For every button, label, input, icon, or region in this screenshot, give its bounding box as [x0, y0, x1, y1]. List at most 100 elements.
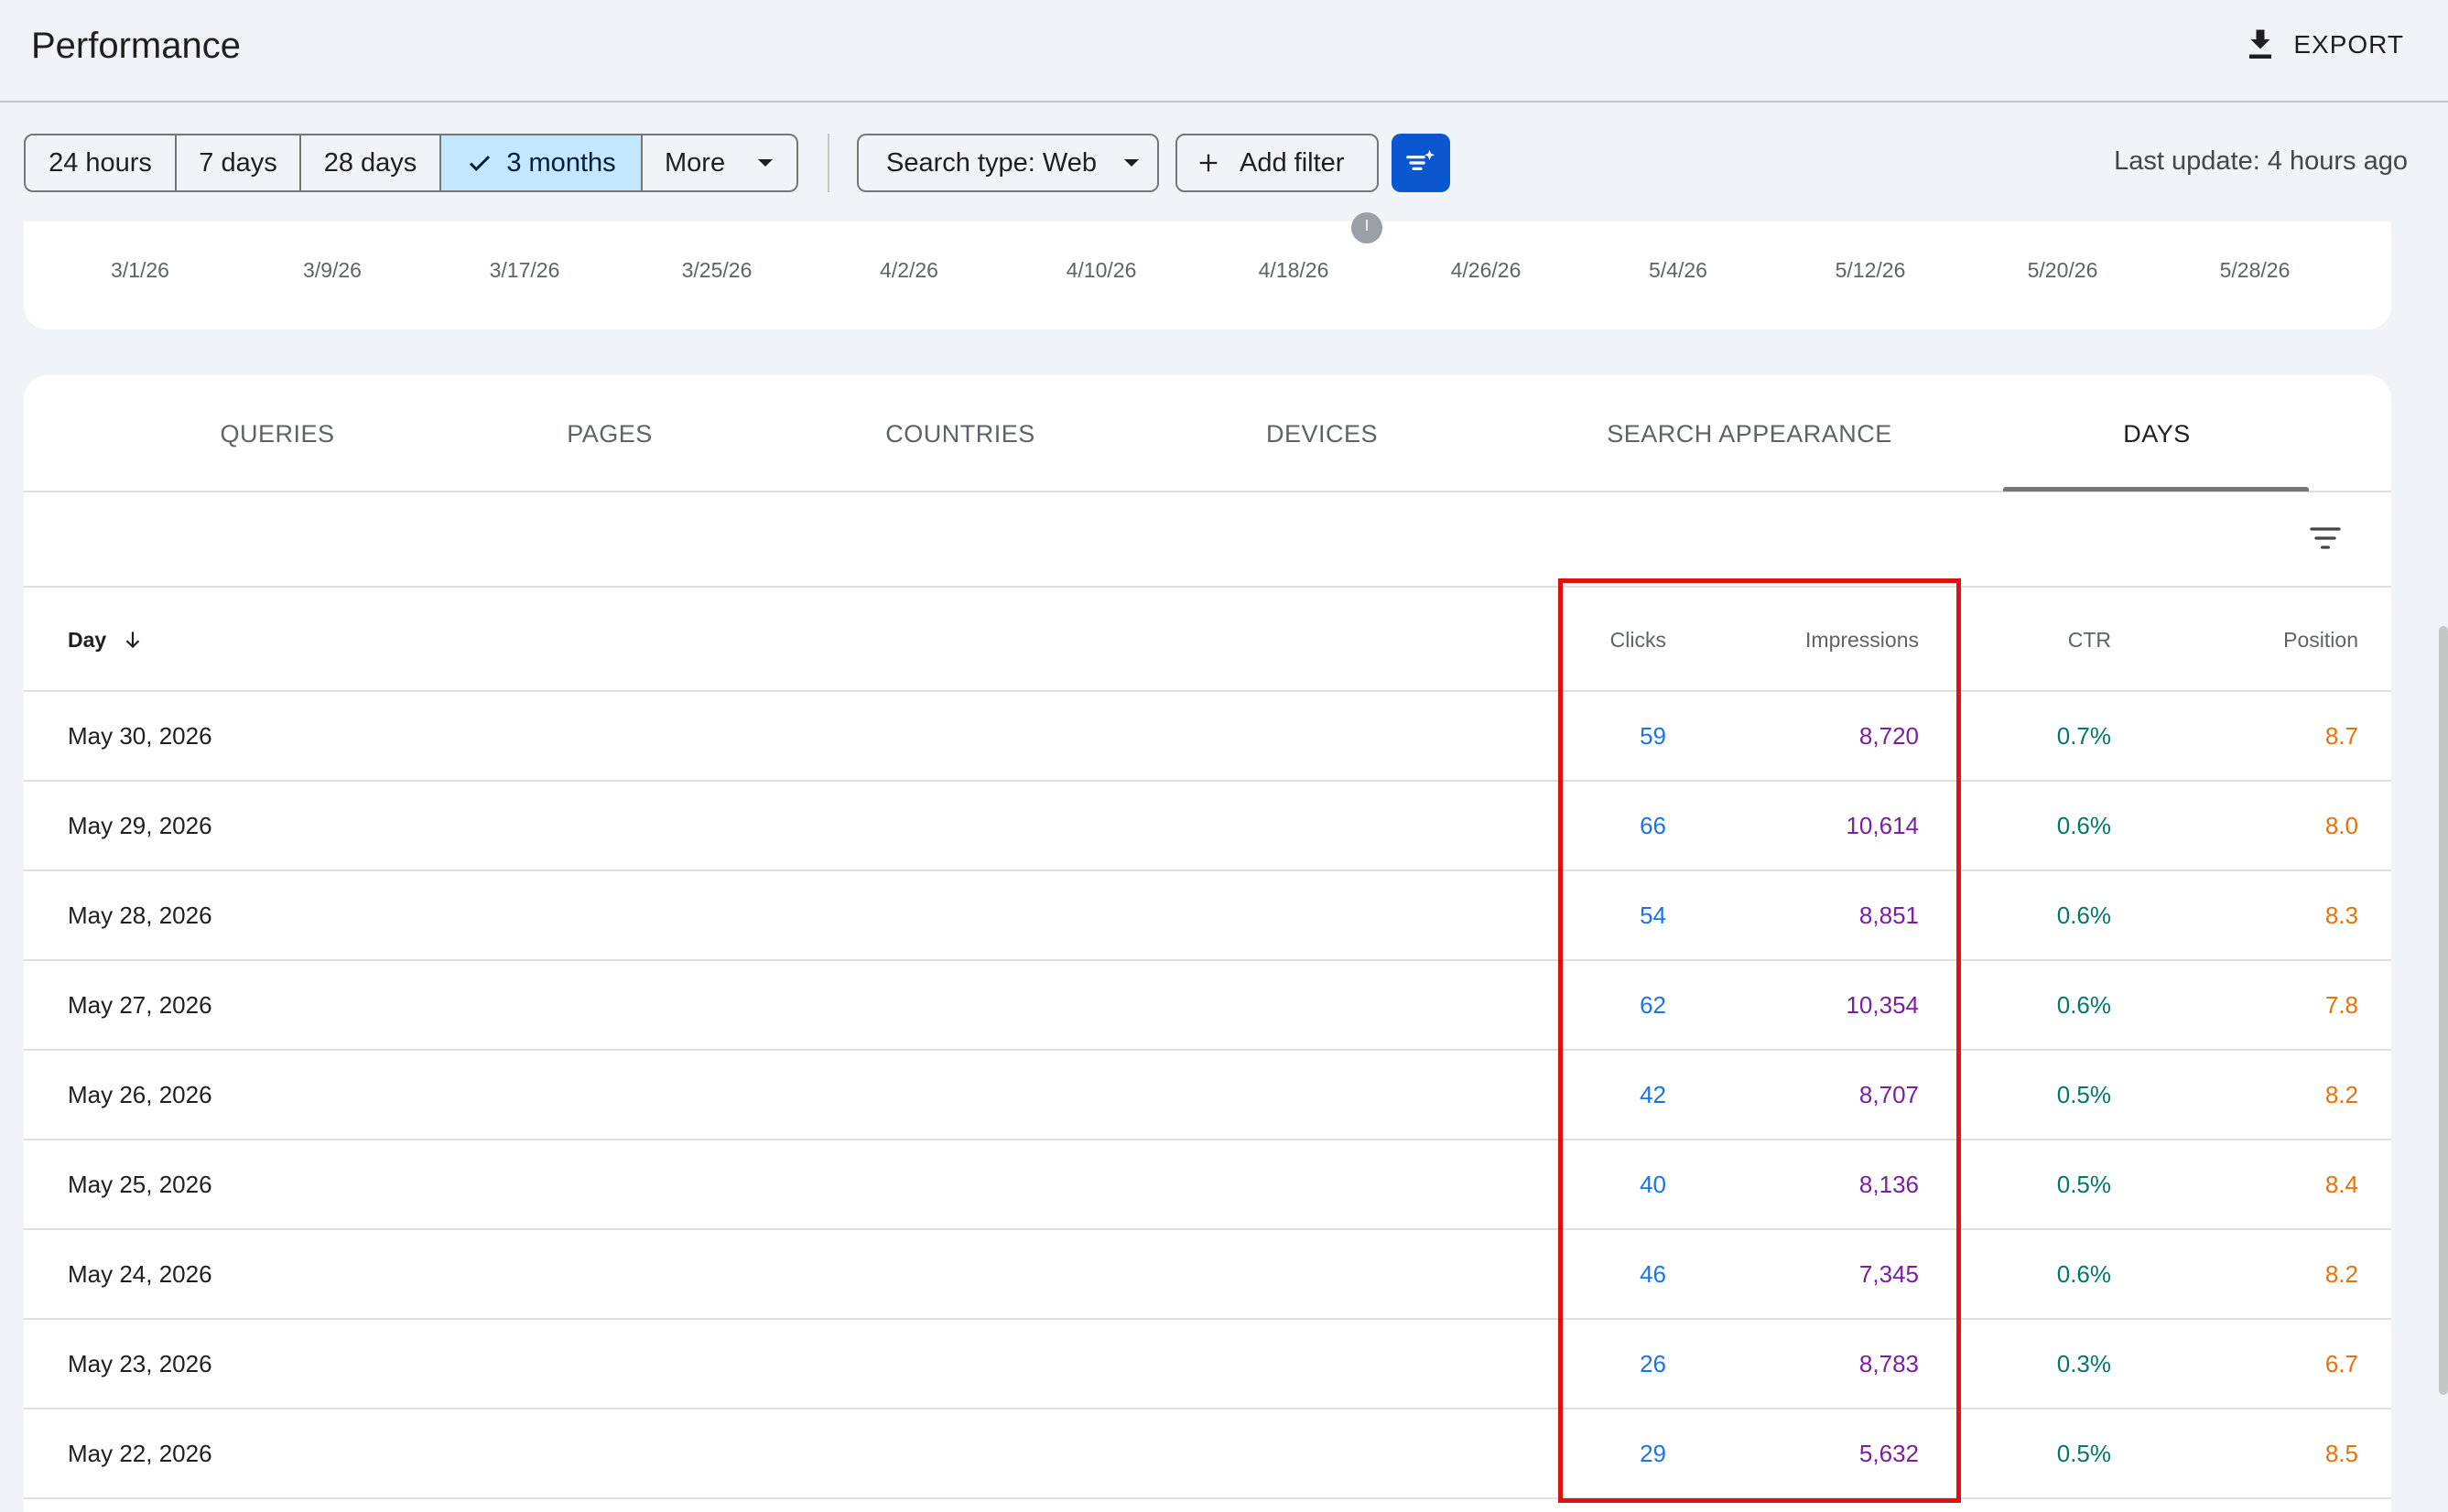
x-axis-tick-label: 4/2/26	[880, 258, 938, 282]
x-axis-tick-label: 5/4/26	[1649, 258, 1707, 282]
x-axis-tick-label: 5/28/26	[2219, 258, 2291, 282]
column-header-impressions[interactable]: Impressions	[1717, 588, 1919, 692]
position-cell: 8.5	[2324, 1439, 2358, 1467]
range-7-days[interactable]: 7 days	[177, 135, 301, 190]
impressions-cell: 8,851	[1858, 901, 1919, 929]
column-header-clicks[interactable]: Clicks	[1580, 588, 1666, 692]
column-header-ctr[interactable]: CTR	[1992, 588, 2111, 692]
table-filter-row	[24, 492, 2391, 588]
day-cell: May 27, 2026	[68, 990, 212, 1019]
chart-annotation-marker[interactable]	[1351, 212, 1382, 243]
range-more-dropdown[interactable]: More	[643, 135, 796, 190]
position-cell: 8.7	[2324, 721, 2358, 750]
position-cell: 8.2	[2324, 1080, 2358, 1108]
check-icon	[470, 156, 491, 171]
clicks-cell: 54	[1640, 901, 1666, 929]
ai-filter-button[interactable]	[1392, 134, 1450, 192]
x-axis-tick-label: 3/25/26	[681, 258, 753, 282]
day-cell: May 28, 2026	[68, 901, 212, 929]
range-3-months[interactable]: 3 months	[441, 135, 643, 190]
table-row[interactable]: May 26, 2026 42 8,707 0.5% 8.2	[24, 1051, 2391, 1140]
clicks-cell: 59	[1640, 721, 1666, 750]
day-cell: May 26, 2026	[68, 1080, 212, 1108]
export-button[interactable]: EXPORT	[2244, 22, 2404, 68]
day-cell: May 29, 2026	[68, 811, 212, 839]
range-label: 24 hours	[49, 147, 152, 178]
x-axis-tick-label: 4/18/26	[1258, 258, 1329, 282]
ctr-cell: 0.5%	[2056, 1439, 2111, 1467]
clicks-cell: 62	[1640, 990, 1666, 1019]
position-cell: 6.7	[2324, 1349, 2358, 1377]
impressions-cell: 8,720	[1858, 721, 1919, 750]
range-28-days[interactable]: 28 days	[301, 135, 441, 190]
tab-queries[interactable]: QUERIES	[220, 375, 334, 492]
table-row[interactable]: May 30, 2026 59 8,720 0.7% 8.7	[24, 692, 2391, 782]
table-row[interactable]: May 29, 2026 66 10,614 0.6% 8.0	[24, 782, 2391, 871]
x-axis-tick-label: 5/20/26	[2027, 258, 2098, 282]
range-label: 3 months	[506, 147, 616, 178]
chevron-down-icon	[758, 159, 774, 167]
plus-icon	[1199, 154, 1218, 172]
tab-pages[interactable]: PAGES	[567, 375, 653, 492]
impressions-cell: 5,632	[1858, 1439, 1919, 1467]
x-axis-tick-label: 3/17/26	[489, 258, 560, 282]
page-header: Performance EXPORT	[0, 0, 2448, 103]
day-cell: May 25, 2026	[68, 1170, 212, 1198]
table-row[interactable]: May 25, 2026 40 8,136 0.5% 8.4	[24, 1140, 2391, 1230]
clicks-cell: 26	[1640, 1349, 1666, 1377]
tab-countries[interactable]: COUNTRIES	[885, 375, 1035, 492]
ctr-cell: 0.5%	[2056, 1080, 2111, 1108]
ctr-cell: 0.5%	[2056, 1170, 2111, 1198]
add-filter-button[interactable]: Add filter	[1175, 134, 1379, 192]
export-label: EXPORT	[2293, 30, 2404, 59]
impressions-cell: 8,707	[1858, 1080, 1919, 1108]
table-row[interactable]: May 22, 2026 29 5,632 0.5% 8.5	[24, 1409, 2391, 1499]
clicks-cell: 29	[1640, 1439, 1666, 1467]
ctr-cell: 0.6%	[2056, 901, 2111, 929]
tab-search-appearance[interactable]: SEARCH APPEARANCE	[1607, 375, 1892, 492]
impressions-cell: 8,136	[1858, 1170, 1919, 1198]
ctr-cell: 0.7%	[2056, 721, 2111, 750]
position-cell: 8.2	[2324, 1259, 2358, 1288]
range-label: 28 days	[323, 147, 417, 178]
day-cell: May 24, 2026	[68, 1259, 212, 1288]
x-axis-tick-label: 3/1/26	[111, 258, 169, 282]
column-header-label: Day	[68, 627, 107, 652]
tab-devices[interactable]: DEVICES	[1266, 375, 1378, 492]
ctr-cell: 0.6%	[2056, 1259, 2111, 1288]
ctr-cell: 0.3%	[2056, 1349, 2111, 1377]
x-axis-tick-label: 3/9/26	[303, 258, 362, 282]
page-scrollbar[interactable]	[2439, 626, 2448, 1395]
clicks-cell: 66	[1640, 811, 1666, 839]
column-header-position[interactable]: Position	[2175, 588, 2358, 692]
ctr-cell: 0.6%	[2056, 990, 2111, 1019]
filter-list-icon[interactable]	[2307, 520, 2344, 556]
column-header-day[interactable]: Day	[68, 588, 145, 692]
sparkle-filter-icon	[1406, 149, 1435, 170]
range-24-hours[interactable]: 24 hours	[26, 135, 177, 190]
day-cell: May 22, 2026	[68, 1439, 212, 1467]
tab-days[interactable]: DAYS	[2123, 375, 2191, 492]
table-row[interactable]: May 24, 2026 46 7,345 0.6% 8.2	[24, 1230, 2391, 1320]
x-axis-tick-label: 5/12/26	[1835, 258, 1906, 282]
table-row[interactable]: May 23, 2026 26 8,783 0.3% 6.7	[24, 1320, 2391, 1409]
last-update-text: Last update: 4 hours ago	[2114, 146, 2408, 176]
day-cell: May 30, 2026	[68, 721, 212, 750]
position-cell: 8.4	[2324, 1170, 2358, 1198]
clicks-cell: 46	[1640, 1259, 1666, 1288]
dimension-table-card: QUERIES PAGES COUNTRIES DEVICES SEARCH A…	[24, 375, 2391, 1512]
filter-toolbar: 24 hours 7 days 28 days 3 months More Se…	[24, 134, 2432, 192]
download-icon	[2249, 29, 2272, 59]
table-row[interactable]: May 27, 2026 62 10,354 0.6% 7.8	[24, 961, 2391, 1051]
table-header: Day Clicks Impressions CTR Position	[24, 588, 2391, 692]
add-filter-label: Add filter	[1240, 147, 1345, 178]
day-cell: May 23, 2026	[68, 1349, 212, 1377]
sort-arrow-down-icon	[125, 632, 140, 649]
impressions-cell: 10,354	[1846, 990, 1919, 1019]
table-row[interactable]: May 28, 2026 54 8,851 0.6% 8.3	[24, 871, 2391, 961]
search-type-dropdown[interactable]: Search type: Web	[857, 134, 1159, 192]
position-cell: 7.8	[2324, 990, 2358, 1019]
date-range-selector: 24 hours 7 days 28 days 3 months More	[24, 134, 798, 192]
position-cell: 8.3	[2324, 901, 2358, 929]
toolbar-divider	[828, 134, 829, 192]
